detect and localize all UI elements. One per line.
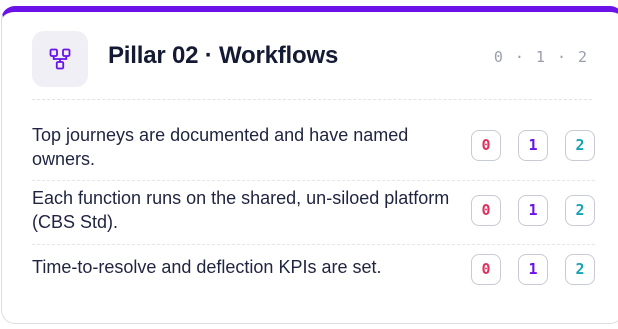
workflow-icon	[49, 48, 71, 70]
rating-button-2[interactable]: 2	[565, 195, 595, 226]
rating-group: 0 1 2	[471, 254, 595, 287]
question-row: Each function runs on the shared, un-sil…	[32, 183, 595, 239]
scale-separator: ·	[514, 48, 524, 66]
question-row: Time-to-resolve and deflection KPIs are …	[32, 254, 595, 290]
rating-button-0[interactable]: 0	[471, 130, 501, 161]
header-divider	[32, 99, 592, 100]
scale-value-1: 1	[535, 48, 545, 66]
question-row: Top journeys are documented and have nam…	[32, 120, 595, 176]
scale-value-2: 2	[577, 48, 587, 66]
row-divider	[32, 244, 595, 245]
rating-button-2[interactable]: 2	[565, 130, 595, 161]
pillar-header: Pillar 02 · Workflows 0 · 1 · 2	[2, 12, 618, 100]
scale-separator: ·	[556, 48, 566, 66]
rating-button-0[interactable]: 0	[471, 195, 501, 226]
pillar-icon-tile	[32, 31, 88, 87]
question-text: Time-to-resolve and deflection KPIs are …	[32, 257, 382, 277]
rating-button-1[interactable]: 1	[518, 195, 548, 226]
rating-button-1[interactable]: 1	[518, 130, 548, 161]
question-text: Top journeys are documented and have nam…	[32, 125, 409, 169]
rating-group: 0 1 2	[471, 130, 595, 163]
rating-group: 0 1 2	[471, 195, 595, 228]
pillar-card: Pillar 02 · Workflows 0 · 1 · 2 Top journeys…	[1, 6, 618, 324]
scale-value-0: 0	[493, 48, 503, 66]
row-divider	[32, 180, 595, 181]
rating-button-1[interactable]: 1	[518, 254, 548, 285]
score-scale: 0 · 1 · 2	[494, 48, 587, 66]
pillar-title: Pillar 02 · Workflows	[108, 42, 339, 69]
rating-button-2[interactable]: 2	[565, 254, 595, 285]
rating-button-0[interactable]: 0	[471, 254, 501, 285]
question-text: Each function runs on the shared, un-sil…	[32, 188, 450, 232]
